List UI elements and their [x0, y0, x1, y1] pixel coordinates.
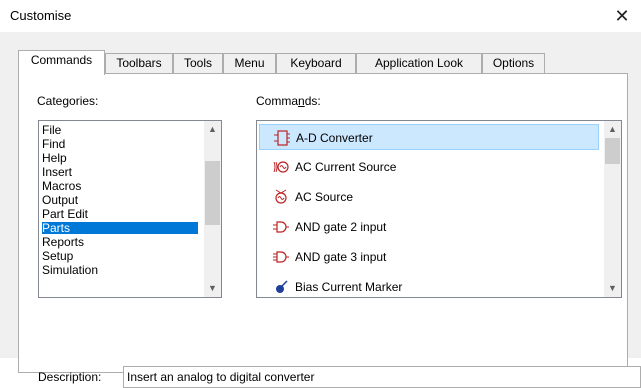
scroll-down-icon[interactable]: ▼	[204, 280, 221, 297]
tab-commands[interactable]: Commands	[18, 50, 105, 75]
category-item-part-edit[interactable]: Part Edit	[42, 208, 198, 220]
command-item-bias-current-marker[interactable]: Bias Current Marker	[259, 274, 599, 297]
adc-icon	[274, 130, 290, 146]
command-label: A-D Converter	[296, 131, 373, 145]
command-item-ac-current-source[interactable]: AC Current Source	[259, 154, 599, 180]
command-item-and-gate-3-input[interactable]: AND gate 3 input	[259, 244, 599, 270]
tab-application-look[interactable]: Application Look	[356, 53, 482, 73]
close-icon[interactable]: ✕	[609, 3, 635, 29]
command-label: AND gate 2 input	[295, 220, 387, 234]
scroll-up-icon[interactable]: ▲	[604, 121, 621, 138]
command-label: Bias Current Marker	[295, 280, 403, 294]
category-item-insert[interactable]: Insert	[42, 166, 198, 178]
ac-source-icon	[275, 189, 287, 204]
ac-current-source-icon	[273, 161, 289, 173]
description-text: Insert an analog to digital converter	[127, 370, 315, 384]
command-label: AC Source	[295, 190, 354, 204]
tab-toolbars[interactable]: Toolbars	[105, 53, 173, 73]
category-item-file[interactable]: File	[42, 124, 198, 136]
scroll-thumb[interactable]	[605, 138, 620, 164]
categories-listbox[interactable]: File Find Help Insert Macros Output Part…	[38, 120, 222, 298]
category-item-setup[interactable]: Setup	[42, 250, 198, 262]
command-label: AND gate 3 input	[295, 250, 387, 264]
description-field: Insert an analog to digital converter	[123, 366, 641, 388]
tab-tools[interactable]: Tools	[173, 53, 223, 73]
window-title: Customise	[10, 8, 72, 23]
category-item-parts[interactable]: Parts	[42, 222, 198, 234]
category-item-help[interactable]: Help	[42, 152, 198, 164]
commands-panel: Categories: Commands: File Find Help Ins…	[18, 73, 641, 388]
commands-listbox[interactable]: A-D Converter AC Current Source AC Sourc…	[256, 120, 622, 298]
categories-label: Categories:	[37, 94, 99, 108]
title-bar: Customise ✕	[0, 0, 641, 32]
categories-scrollbar[interactable]: ▲ ▼	[204, 121, 221, 297]
scroll-thumb[interactable]	[205, 161, 220, 225]
tab-menu[interactable]: Menu	[223, 53, 276, 73]
category-item-output[interactable]: Output	[42, 194, 198, 206]
scroll-down-icon[interactable]: ▼	[604, 280, 621, 297]
category-item-macros[interactable]: Macros	[42, 180, 198, 192]
command-item-ac-source[interactable]: AC Source	[259, 184, 599, 210]
category-item-find[interactable]: Find	[42, 138, 198, 150]
and-gate-3-icon	[273, 251, 289, 263]
category-item-simulation[interactable]: Simulation	[42, 264, 198, 276]
commands-scrollbar[interactable]: ▲ ▼	[604, 121, 621, 297]
command-item-a-d-converter[interactable]: A-D Converter	[259, 124, 599, 150]
dialog-body: Commands Toolbars Tools Menu Keyboard Ap…	[0, 32, 641, 388]
tab-keyboard[interactable]: Keyboard	[276, 53, 356, 73]
command-label: AC Current Source	[295, 160, 397, 174]
category-item-reports[interactable]: Reports	[42, 236, 198, 248]
bias-marker-icon	[276, 280, 288, 293]
description-label: Description:	[38, 370, 102, 384]
and-gate-icon	[273, 221, 289, 233]
scroll-up-icon[interactable]: ▲	[204, 121, 221, 138]
command-item-and-gate-2-input[interactable]: AND gate 2 input	[259, 214, 599, 240]
tab-options[interactable]: Options	[482, 53, 545, 73]
commands-label: Commands:	[256, 94, 321, 108]
